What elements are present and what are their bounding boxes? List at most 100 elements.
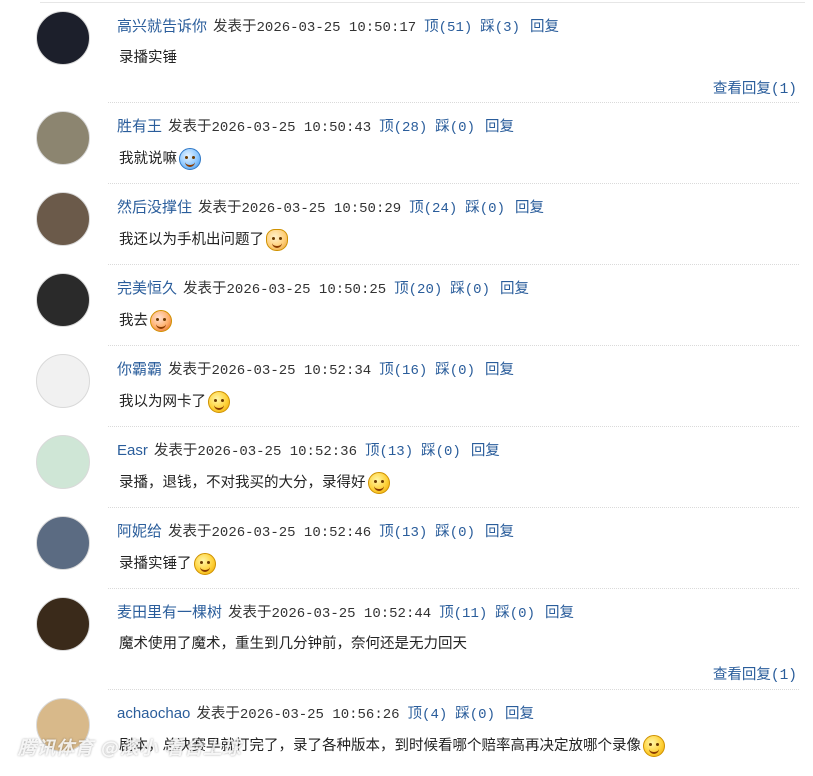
reply-button[interactable]: 回复 xyxy=(545,605,574,621)
reply-button[interactable]: 回复 xyxy=(485,524,514,540)
downvote-count: (0) xyxy=(479,201,505,217)
downvote-label: 踩 xyxy=(450,281,465,297)
username-link[interactable]: 你霸霸 xyxy=(117,361,162,378)
comment-divider xyxy=(108,689,799,690)
comment-meta: 高兴就告诉你 发表于2026-03-25 10:50:17 顶(51) 踩(3) 回复 xyxy=(117,18,559,37)
upvote-button[interactable]: 顶(24) xyxy=(409,200,457,217)
comment-divider xyxy=(108,588,799,589)
comment-divider xyxy=(108,426,799,427)
downvote-button[interactable]: 踩(3) xyxy=(480,19,520,36)
comment-divider xyxy=(108,345,799,346)
top-divider xyxy=(40,2,805,3)
avatar[interactable] xyxy=(36,516,90,570)
comment-text: 录播实锤了 xyxy=(119,553,216,575)
show-replies-link[interactable]: 查看回复(1) xyxy=(713,663,797,684)
comment-body: 我就说嘛 xyxy=(119,151,177,167)
upvote-count: (4) xyxy=(422,707,448,723)
reply-button[interactable]: 回复 xyxy=(515,200,544,216)
posted-label: 发表于 xyxy=(228,605,272,621)
comment-meta: 完美恒久 发表于2026-03-25 10:50:25 顶(20) 踩(0) 回复 xyxy=(117,280,529,299)
downvote-count: (0) xyxy=(449,120,475,136)
avatar[interactable] xyxy=(36,273,90,327)
upvote-count: (16) xyxy=(393,363,428,379)
upvote-count: (11) xyxy=(453,606,488,622)
upvote-button[interactable]: 顶(28) xyxy=(379,119,428,136)
username-link[interactable]: 然后没撑住 xyxy=(117,199,192,216)
reply-button[interactable]: 回复 xyxy=(485,119,514,135)
emoji-icon xyxy=(266,229,288,251)
username-link[interactable]: 完美恒久 xyxy=(117,280,177,297)
reply-button[interactable]: 回复 xyxy=(530,19,559,35)
downvote-button[interactable]: 踩(0) xyxy=(450,281,490,298)
avatar[interactable] xyxy=(36,11,90,65)
comment-text: 我就说嘛 xyxy=(119,148,201,170)
show-replies-link[interactable]: 查看回复(1) xyxy=(713,77,797,98)
timestamp: 2026-03-25 10:56:26 xyxy=(239,707,400,723)
show-replies-label: 查看回复 xyxy=(712,667,771,683)
upvote-button[interactable]: 顶(16) xyxy=(379,362,428,379)
timestamp: 2026-03-25 10:50:17 xyxy=(256,20,417,36)
username-link[interactable]: 阿妮给 xyxy=(117,523,162,540)
downvote-button[interactable]: 踩(0) xyxy=(495,605,535,622)
comment-meta: 你霸霸 发表于2026-03-25 10:52:34 顶(16) 踩(0) 回复 xyxy=(117,361,514,380)
timestamp: 2026-03-25 10:50:43 xyxy=(211,120,372,136)
comment-meta: 阿妮给 发表于2026-03-25 10:52:46 顶(13) 踩(0) 回复 xyxy=(117,523,514,542)
upvote-button[interactable]: 顶(4) xyxy=(407,706,448,723)
comment-body: 我以为网卡了 xyxy=(119,394,206,410)
downvote-count: (0) xyxy=(509,606,535,622)
reply-button[interactable]: 回复 xyxy=(471,443,500,459)
comment-body: 我还以为手机出问题了 xyxy=(119,232,264,248)
username-link[interactable]: 麦田里有一棵树 xyxy=(117,604,222,621)
upvote-label: 顶 xyxy=(394,281,409,297)
reply-button[interactable]: 回复 xyxy=(500,281,529,297)
upvote-count: (28) xyxy=(393,120,428,136)
upvote-label: 顶 xyxy=(407,706,423,722)
upvote-count: (51) xyxy=(438,20,473,36)
posted-label: 发表于 xyxy=(198,200,242,216)
username-link[interactable]: 高兴就告诉你 xyxy=(117,18,207,35)
downvote-count: (3) xyxy=(494,20,520,36)
downvote-count: (0) xyxy=(435,444,461,460)
posted-label: 发表于 xyxy=(183,281,227,297)
comment-meta: 然后没撑住 发表于2026-03-25 10:50:29 顶(24) 踩(0) 回复 xyxy=(117,199,544,218)
downvote-label: 踩 xyxy=(495,605,510,621)
upvote-button[interactable]: 顶(13) xyxy=(365,443,414,460)
reply-button[interactable]: 回复 xyxy=(505,706,534,722)
upvote-button[interactable]: 顶(51) xyxy=(424,19,473,36)
comment-text: 我还以为手机出问题了 xyxy=(119,229,288,251)
downvote-label: 踩 xyxy=(421,443,436,459)
downvote-button[interactable]: 踩(0) xyxy=(435,362,475,379)
timestamp: 2026-03-25 10:50:29 xyxy=(241,201,402,217)
emoji-icon xyxy=(208,391,230,413)
downvote-button[interactable]: 踩(0) xyxy=(435,119,475,136)
upvote-button[interactable]: 顶(20) xyxy=(394,281,442,298)
comment-text: 录播实锤 xyxy=(119,48,177,68)
username-link[interactable]: 胜有王 xyxy=(117,118,162,135)
comment-body: 我去 xyxy=(119,313,148,329)
downvote-count: (0) xyxy=(464,282,490,298)
avatar[interactable] xyxy=(36,192,90,246)
username-link[interactable]: Easr xyxy=(117,442,148,459)
upvote-button[interactable]: 顶(11) xyxy=(439,605,488,622)
reply-button[interactable]: 回复 xyxy=(485,362,514,378)
avatar[interactable] xyxy=(36,435,90,489)
upvote-button[interactable]: 顶(13) xyxy=(379,524,427,541)
downvote-button[interactable]: 踩(0) xyxy=(421,443,461,460)
username-link[interactable]: achaochao xyxy=(117,705,190,722)
downvote-button[interactable]: 踩(0) xyxy=(455,706,495,723)
comment-meta: Easr 发表于2026-03-25 10:52:36 顶(13) 踩(0) 回复 xyxy=(117,442,500,461)
avatar[interactable] xyxy=(36,111,90,165)
comment-text: 录播，退钱，不对我买的大分，录得好 xyxy=(119,472,390,494)
posted-label: 发表于 xyxy=(213,19,257,35)
upvote-label: 顶 xyxy=(409,200,424,216)
comment-text: 我以为网卡了 xyxy=(119,391,230,413)
avatar[interactable] xyxy=(36,354,90,408)
avatar[interactable] xyxy=(36,597,90,651)
comment-body: 魔术使用了魔术，重生到几分钟前，奈何还是无力回天 xyxy=(119,636,467,652)
timestamp: 2026-03-25 10:50:25 xyxy=(226,282,387,298)
comment-body: 录播实锤 xyxy=(119,50,177,66)
upvote-count: (13) xyxy=(379,444,414,460)
emoji-icon xyxy=(367,472,390,494)
downvote-button[interactable]: 踩(0) xyxy=(435,524,475,541)
downvote-button[interactable]: 踩(0) xyxy=(465,200,505,217)
